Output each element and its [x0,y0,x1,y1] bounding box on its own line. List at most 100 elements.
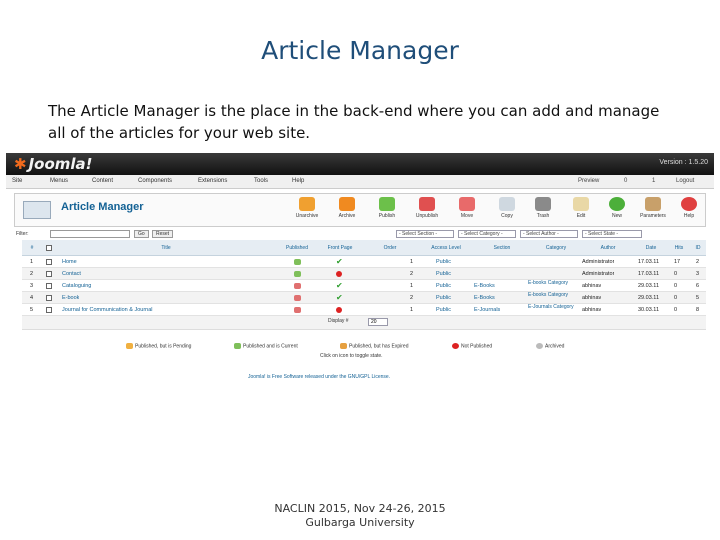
row-checkbox[interactable] [46,283,52,289]
article-title[interactable]: Home [62,256,77,268]
access-level[interactable]: Public [436,268,451,280]
article-title[interactable]: Contact [62,268,81,280]
archived-icon [536,343,543,349]
table-header: # Title Published Front Page Order Acces… [22,240,706,256]
col-select-all[interactable] [42,240,56,256]
article-title[interactable]: Cataloguing [62,280,91,292]
pending-icon [126,343,133,349]
author-name[interactable]: abhinav [582,280,601,292]
menu-extensions[interactable]: Extensions [198,178,227,184]
access-level[interactable]: Public [436,280,451,292]
access-level[interactable]: Public [436,256,451,268]
legend-item: Published, but has Expired [340,343,408,349]
author-name[interactable]: Administrator [582,256,614,268]
section-name[interactable]: E-Books [474,280,495,292]
author-name[interactable]: abhinav [582,304,601,316]
section-name[interactable]: E-Books [474,292,495,304]
row-checkbox[interactable] [46,271,52,277]
date-value: 17.03.11 [638,271,660,277]
publish-icon [379,197,395,211]
col-front-page[interactable]: Front Page [318,240,362,256]
archive-button[interactable]: Archive [329,197,365,225]
author-name[interactable]: Administrator [582,268,614,280]
row-checkbox[interactable] [46,295,52,301]
select-all-checkbox[interactable] [46,245,52,251]
state-select[interactable]: - Select State - [582,230,642,238]
category-name[interactable]: E-Journals Category [528,304,578,316]
unpublished-icon[interactable] [294,295,301,301]
publish-button[interactable]: Publish [369,197,405,225]
new-button[interactable]: New [599,197,635,225]
filter-go-button[interactable]: Go [134,230,149,238]
col-published[interactable]: Published [276,240,318,256]
move-button[interactable]: Move [449,197,485,225]
col-date[interactable]: Date [634,240,668,256]
footer-venue: Gulbarga University [305,516,415,529]
col-order[interactable]: Order [362,240,418,256]
author-name[interactable]: abhinav [582,292,601,304]
trash-button[interactable]: Trash [525,197,561,225]
row-checkbox[interactable] [46,259,52,265]
id-value: 3 [696,271,700,277]
preview-link[interactable]: Preview [578,178,599,184]
joomla-logo[interactable]: ✱ Joomla! [14,155,93,173]
unpublished-icon[interactable] [294,307,301,313]
col-title[interactable]: Title [56,240,276,256]
col-access-level[interactable]: Access Level [418,240,474,256]
front-page-x-icon[interactable] [336,307,342,313]
published-icon[interactable] [294,271,301,277]
front-page-check-icon[interactable]: ✔ [336,280,343,292]
menu-help[interactable]: Help [292,178,304,184]
state-legend: Published, but is Pending Published and … [126,343,646,353]
display-select[interactable]: 20 [368,318,388,326]
category-name[interactable]: E-books Category [528,280,578,292]
col-author[interactable]: Author [582,240,634,256]
menu-menus[interactable]: Menus [50,178,68,184]
article-title[interactable]: E-book [62,292,79,304]
access-level[interactable]: Public [436,304,451,316]
parameters-button[interactable]: Parameters [635,197,671,225]
unpublished-icon[interactable] [294,283,301,289]
menu-content[interactable]: Content [92,178,113,184]
section-name[interactable]: E-Journals [474,304,500,316]
hits-value: 17 [674,259,681,265]
article-title[interactable]: Journal for Communication & Journal [62,304,272,316]
messages-count[interactable]: 0 [624,178,627,184]
category-name[interactable]: E-books Category [528,292,578,304]
front-page-check-icon[interactable]: ✔ [336,292,343,304]
id-value: 8 [696,307,700,313]
version-label: Version : 1.5.20 [659,159,708,166]
filter-reset-button[interactable]: Reset [152,230,174,238]
filter-bar: Filter: Go Reset - Select Section - - Se… [14,229,706,239]
copy-button[interactable]: Copy [489,197,525,225]
row-checkbox[interactable] [46,307,52,313]
col-hits[interactable]: Hits [668,240,690,256]
front-page-check-icon[interactable]: ✔ [336,256,343,268]
access-level[interactable]: Public [436,292,451,304]
section-select[interactable]: - Select Section - [396,230,454,238]
unpublish-button[interactable]: Unpublish [409,197,445,225]
col-section[interactable]: Section [474,240,530,256]
menu-site[interactable]: Site [12,178,22,184]
edit-icon [573,197,589,211]
col-id[interactable]: ID [690,240,706,256]
edit-button[interactable]: Edit [563,197,599,225]
col-category[interactable]: Category [530,240,582,256]
powered-by[interactable]: Joomla! is Free Software released under … [248,374,390,380]
users-count[interactable]: 1 [652,178,655,184]
table-row: 4 E-book ✔ 2 Public E-Books E-books Cate… [22,292,706,304]
menu-tools[interactable]: Tools [254,178,268,184]
published-icon[interactable] [294,259,301,265]
logout-link[interactable]: Logout [676,178,694,184]
expired-icon [340,343,347,349]
filter-input[interactable] [50,230,130,238]
category-select[interactable]: - Select Category - [458,230,516,238]
front-page-x-icon[interactable] [336,271,342,277]
slide-footer: NACLIN 2015, Nov 24-26, 2015 Gulbarga Un… [0,502,720,530]
unarchive-button[interactable]: Unarchive [289,197,325,225]
help-button[interactable]: Help [671,197,707,225]
menu-components[interactable]: Components [138,178,172,184]
article-toolbar: Article Manager Unarchive Archive Publis… [14,193,706,227]
author-select[interactable]: - Select Author - [520,230,578,238]
order-value: 2 [410,295,414,301]
